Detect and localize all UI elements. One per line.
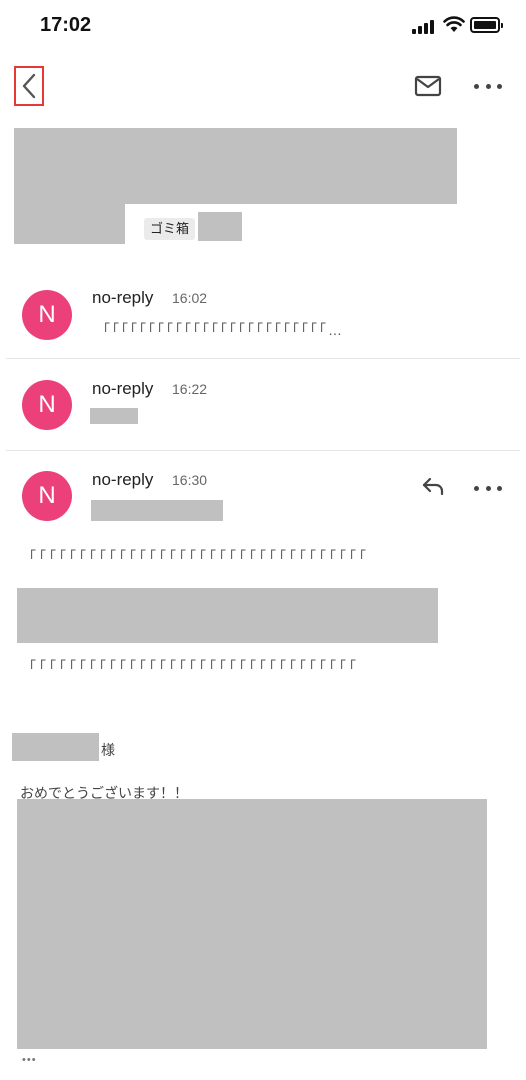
name-redacted [12,733,99,761]
signal-icon [412,18,436,34]
recipient-redacted [91,500,223,521]
sender-name: no-reply [92,379,154,398]
back-button[interactable] [14,66,44,106]
show-trimmed-content-button[interactable]: ••• [22,1054,37,1066]
sender-name: no-reply [92,470,154,489]
message-snippet[interactable]: 「「「「「「「「「「「「「「「「「「「「「「「「「… [96,320,496,340]
mail-icon[interactable] [414,74,442,98]
subject-redacted-line2 [14,204,125,244]
reply-icon[interactable] [421,476,445,496]
status-time: 17:02 [40,14,92,36]
body-redacted-block [17,588,438,643]
body-paragraph: 「「「「「「「「「「「「「「「「「「「「「「「「「「「「「「「「「 [22,659,359,675]
sender-name: no-reply [92,288,154,307]
wifi-icon [443,16,465,32]
chevron-left-icon [22,73,36,99]
message-time: 16:02 [172,290,208,306]
label-redacted [198,212,242,241]
battery-icon [470,17,503,33]
body-redacted-large [17,799,487,1049]
message-more-icon[interactable] [474,478,502,498]
divider [6,358,520,359]
body-paragraph: 「「「「「「「「「「「「「「「「「「「「「「「「「「「「「「「「「「 [22,549,369,565]
trash-label-chip[interactable]: ゴミ箱 [144,218,196,240]
avatar: N [22,471,72,521]
avatar: N [22,380,72,430]
message-time: 16:22 [172,381,208,397]
honorific-text: 様 [101,742,115,758]
subject-redacted [14,128,457,204]
avatar: N [22,290,72,340]
message-time: 16:30 [172,472,208,488]
snippet-redacted [90,408,138,424]
more-options-icon[interactable] [474,76,502,96]
divider [6,450,520,451]
